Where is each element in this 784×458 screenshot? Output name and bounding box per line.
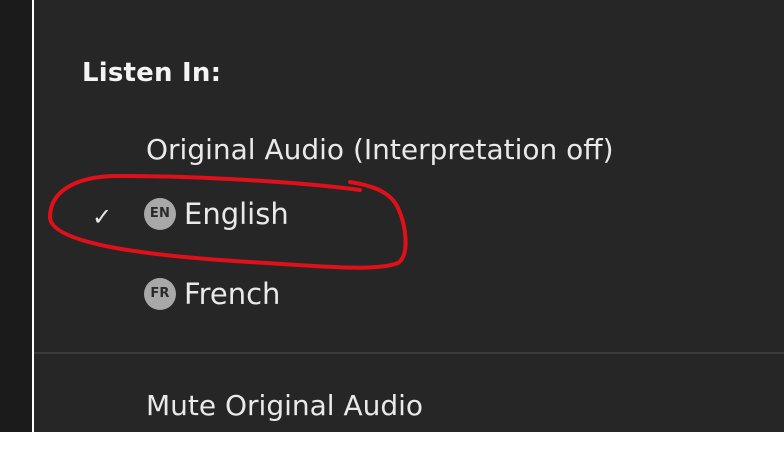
menu-item-mute-original-audio[interactable]: Mute Original Audio	[34, 382, 784, 432]
screenshot-frame: Listen In: Original Audio (Interpretatio…	[0, 0, 784, 458]
menu-item-label: Mute Original Audio	[146, 389, 424, 422]
menu-item-original-audio[interactable]: Original Audio (Interpretation off)	[34, 126, 784, 184]
menu-separator	[34, 352, 784, 354]
menu-item-label: English	[184, 197, 289, 231]
checkmark-icon: ✓	[92, 203, 113, 231]
listen-in-heading: Listen In:	[82, 58, 222, 88]
menu-item-label: French	[184, 277, 281, 311]
language-badge-en-icon: EN	[144, 198, 176, 230]
window-edge-strip	[0, 0, 32, 432]
language-badge-fr-icon: FR	[144, 278, 176, 310]
menu-item-english[interactable]: ✓ EN English	[34, 190, 784, 248]
menu-item-label: Original Audio (Interpretation off)	[146, 133, 614, 166]
interpretation-menu: Listen In: Original Audio (Interpretatio…	[34, 0, 784, 432]
menu-item-french[interactable]: FR French	[34, 270, 784, 328]
